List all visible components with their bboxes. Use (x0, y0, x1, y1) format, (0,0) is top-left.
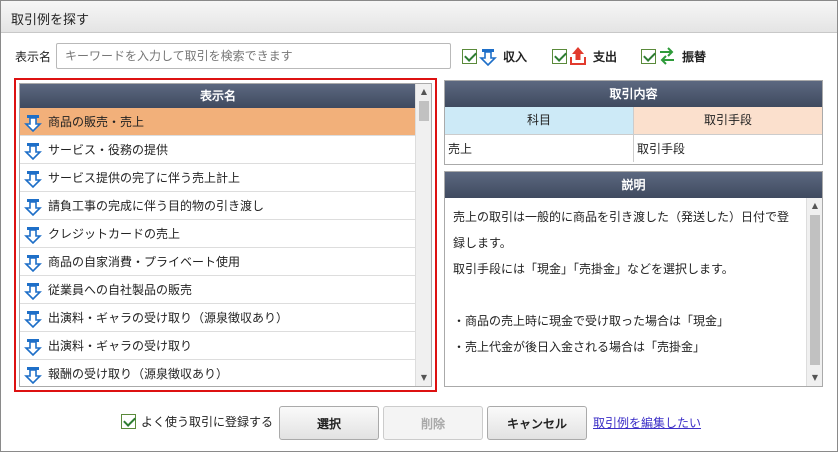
filter-expense[interactable]: 支出 (552, 45, 617, 67)
income-checkbox[interactable] (462, 48, 477, 64)
list-header: 表示名 (20, 84, 416, 108)
cancel-button[interactable]: キャンセル (487, 406, 587, 440)
favorite-checkbox[interactable] (121, 414, 136, 429)
method-value: 取引手段 (637, 142, 686, 156)
list-item-label: 報酬の受け取り（源泉徴収あり） (48, 367, 229, 381)
filter-label: 支出 (593, 49, 618, 64)
list-item[interactable]: 請負工事の完成に伴う目的物の引き渡し (20, 192, 416, 220)
description-line: 取引手段には「現金」「売掛金」などを選択します。 (453, 262, 734, 276)
list-item[interactable]: サービス・役務の提供 (20, 136, 416, 164)
income-arrow-icon (479, 49, 497, 66)
income-arrow-icon (24, 310, 42, 328)
income-arrow-icon (24, 170, 42, 188)
list-item-label: 商品の自家消費・プライベート使用 (48, 255, 241, 269)
transfer-checkbox[interactable] (641, 48, 656, 64)
dialog: 取引例を探す 表示名 収入 支出 振替 表示名 商品の販売・売上サービス・役 (0, 0, 838, 452)
filter-transfer[interactable]: 振替 (641, 45, 706, 67)
details-panel: 取引内容 科目 取引手段 売上 取引手段 (444, 80, 823, 165)
description-line (453, 282, 798, 308)
list-item-label: 請負工事の完成に伴う目的物の引き渡し (48, 199, 265, 213)
account-column-header: 科目 (445, 107, 634, 134)
income-arrow-icon (24, 282, 42, 300)
expense-arrow-icon (570, 47, 586, 65)
scroll-up-icon[interactable]: ▲ (807, 198, 823, 214)
list-item[interactable]: 出演料・ギャラの受け取り (20, 332, 416, 360)
search-label: 表示名 (15, 50, 52, 64)
transaction-list[interactable]: 表示名 商品の販売・売上サービス・役務の提供サービス提供の完了に伴う売上計上請負… (19, 83, 432, 387)
search-input[interactable] (56, 43, 451, 69)
income-arrow-icon (24, 114, 42, 132)
list-item[interactable]: 従業員への自社製品の販売 (20, 276, 416, 304)
income-arrow-icon (24, 226, 42, 244)
favorite-toggle[interactable]: よく使う取引に登録する (121, 413, 273, 430)
scroll-thumb[interactable] (419, 101, 429, 121)
description-line: 売上の取引は一般的に商品を引き渡した（発送した）日付で登 (453, 210, 790, 224)
list-item[interactable]: クレジットカードの売上 (20, 220, 416, 248)
window-title: 取引例を探す (11, 13, 90, 28)
transfer-arrows-icon (660, 47, 674, 65)
list-scrollbar[interactable]: ▲ ▼ (415, 84, 431, 386)
details-header: 取引内容 (445, 81, 822, 107)
list-item-label: 出演料・ギャラの受け取り（源泉徴収あり） (48, 311, 289, 325)
edit-examples-link[interactable]: 取引例を編集したい (593, 414, 701, 431)
details-table-header: 科目 取引手段 (445, 107, 822, 134)
filter-income[interactable]: 収入 (462, 45, 527, 67)
list-item-label: サービス提供の完了に伴う売上計上 (48, 171, 241, 185)
description-line: 録します。 (453, 236, 512, 250)
list-item-label: 従業員への自社製品の販売 (48, 283, 193, 297)
filter-label: 収入 (503, 49, 528, 64)
list-item-label: 出演料・ギャラの受け取り (48, 339, 193, 353)
description-scrollbar[interactable]: ▲ ▼ (806, 198, 822, 386)
details-table-row: 売上 取引手段 (445, 134, 822, 162)
list-item[interactable]: 商品の自家消費・プライベート使用 (20, 248, 416, 276)
title-bar[interactable]: 取引例を探す (1, 1, 837, 33)
description-panel: 説明 売上の取引は一般的に商品を引き渡した（発送した）日付で登 録します。取引手段… (444, 171, 823, 387)
list-item[interactable]: 出演料・ギャラの受け取り（源泉徴収あり） (20, 304, 416, 332)
account-value: 売上 (445, 135, 634, 162)
description-header: 説明 (445, 172, 822, 198)
list-item[interactable]: 報酬の受け取り（源泉徴収あり） (20, 360, 416, 386)
expense-checkbox[interactable] (552, 48, 567, 64)
list-item-label: クレジットカードの売上 (48, 227, 181, 241)
select-button[interactable]: 選択 (279, 406, 379, 440)
income-arrow-icon (24, 366, 42, 384)
scroll-down-icon[interactable]: ▼ (807, 370, 823, 386)
delete-button[interactable]: 削除 (383, 406, 483, 440)
list-item-label: サービス・役務の提供 (48, 143, 169, 157)
income-arrow-icon (24, 198, 42, 216)
description-line: ・売上代金が後日入金される場合は「売掛金」 (453, 340, 706, 354)
filter-label: 振替 (682, 49, 707, 64)
income-arrow-icon (24, 254, 42, 272)
list-rows: 商品の販売・売上サービス・役務の提供サービス提供の完了に伴う売上計上請負工事の完… (20, 108, 416, 386)
list-item[interactable]: 商品の販売・売上 (20, 108, 416, 136)
list-item-label: 商品の販売・売上 (48, 115, 145, 129)
scroll-down-icon[interactable]: ▼ (416, 370, 431, 386)
income-arrow-icon (24, 338, 42, 356)
scroll-thumb[interactable] (810, 215, 820, 365)
description-body: 売上の取引は一般的に商品を引き渡した（発送した）日付で登 録します。取引手段には「… (445, 198, 806, 386)
favorite-label: よく使う取引に登録する (141, 415, 274, 429)
list-item[interactable]: サービス提供の完了に伴う売上計上 (20, 164, 416, 192)
income-arrow-icon (24, 142, 42, 160)
method-column-header: 取引手段 (634, 107, 822, 134)
scroll-up-icon[interactable]: ▲ (416, 84, 431, 100)
description-line: ・商品の売上時に現金で受け取った場合は「現金」 (453, 314, 730, 328)
transaction-list-highlight: 表示名 商品の販売・売上サービス・役務の提供サービス提供の完了に伴う売上計上請負… (14, 78, 437, 392)
